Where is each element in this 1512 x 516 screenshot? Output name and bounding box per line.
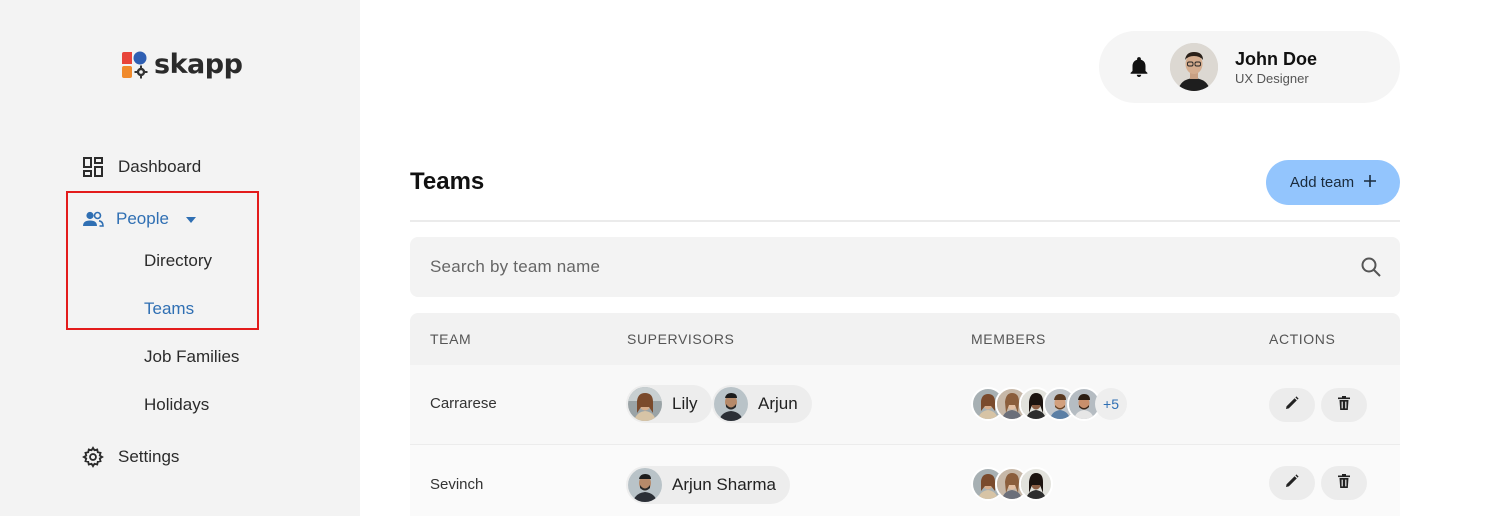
logo[interactable]: skapp [120, 49, 243, 80]
dashboard-icon [82, 156, 104, 178]
page-title: Teams [410, 168, 485, 195]
supervisor-chip[interactable]: Arjun Sharma [626, 466, 790, 504]
more-members-count[interactable]: +5 [1095, 388, 1127, 420]
sidebar-item-label: Dashboard [118, 157, 202, 176]
search-icon[interactable] [1360, 256, 1382, 278]
sidebar-item-settings[interactable]: Settings [82, 446, 179, 468]
edit-button[interactable] [1269, 388, 1315, 422]
sidebar-item-label: Settings [118, 447, 180, 466]
avatar [1019, 467, 1053, 501]
avatar [714, 387, 748, 421]
avatar[interactable] [1170, 43, 1218, 91]
supervisor-name: Lily [672, 394, 698, 413]
main-content: John Doe UX Designer Teams Add team TEAM… [360, 0, 1512, 516]
team-name: Sevinch [430, 476, 484, 493]
teams-table: TEAM SUPERVISORS MEMBERS ACTIONS Carrare… [410, 313, 1400, 516]
search-bar [410, 237, 1400, 297]
sidebar-item-holidays[interactable]: Holidays [144, 395, 209, 415]
members-avatar-group[interactable] [971, 467, 1053, 501]
search-input[interactable] [410, 237, 1340, 297]
logo-text: skapp [154, 49, 243, 80]
user-name: John Doe [1235, 49, 1318, 69]
column-header-members: MEMBERS [971, 331, 1046, 347]
trash-icon [1338, 473, 1350, 493]
column-header-team: TEAM [430, 331, 472, 347]
edit-button[interactable] [1269, 466, 1315, 500]
bell-icon[interactable] [1127, 55, 1151, 79]
column-header-actions: ACTIONS [1269, 331, 1336, 347]
table-header: TEAM SUPERVISORS MEMBERS ACTIONS [410, 313, 1400, 365]
add-team-button-label: Add team [1289, 174, 1355, 191]
table-row[interactable]: Carrarese Lily Arjun +5 [410, 365, 1400, 445]
gear-icon [82, 446, 104, 468]
add-team-button[interactable]: Add team [1266, 160, 1400, 205]
divider [410, 220, 1400, 222]
members-avatar-group[interactable]: +5 [971, 387, 1127, 421]
pencil-icon [1285, 395, 1299, 415]
avatar [628, 387, 662, 421]
trash-icon [1338, 395, 1350, 415]
column-header-supervisors: SUPERVISORS [627, 331, 735, 347]
logo-mark-icon [120, 50, 150, 80]
supervisor-chip[interactable]: Lily [626, 385, 712, 423]
team-name: Carrarese [430, 395, 497, 412]
sidebar: skapp Dashboard People Directory Teams J… [0, 0, 360, 516]
table-row[interactable]: Sevinch Arjun Sharma [410, 445, 1400, 516]
plus-icon [1364, 174, 1377, 191]
supervisor-name: Arjun [758, 394, 798, 413]
sidebar-item-dashboard[interactable]: Dashboard [82, 156, 201, 178]
highlight-annotation-box [66, 191, 259, 330]
user-card[interactable]: John Doe UX Designer [1099, 31, 1400, 103]
supervisor-chip[interactable]: Arjun [712, 385, 812, 423]
supervisor-name: Arjun Sharma [672, 475, 776, 494]
sidebar-item-job-families[interactable]: Job Families [144, 347, 239, 367]
delete-button[interactable] [1321, 388, 1367, 422]
pencil-icon [1285, 473, 1299, 493]
user-role: UX Designer [1235, 71, 1309, 86]
delete-button[interactable] [1321, 466, 1367, 500]
avatar [628, 468, 662, 502]
